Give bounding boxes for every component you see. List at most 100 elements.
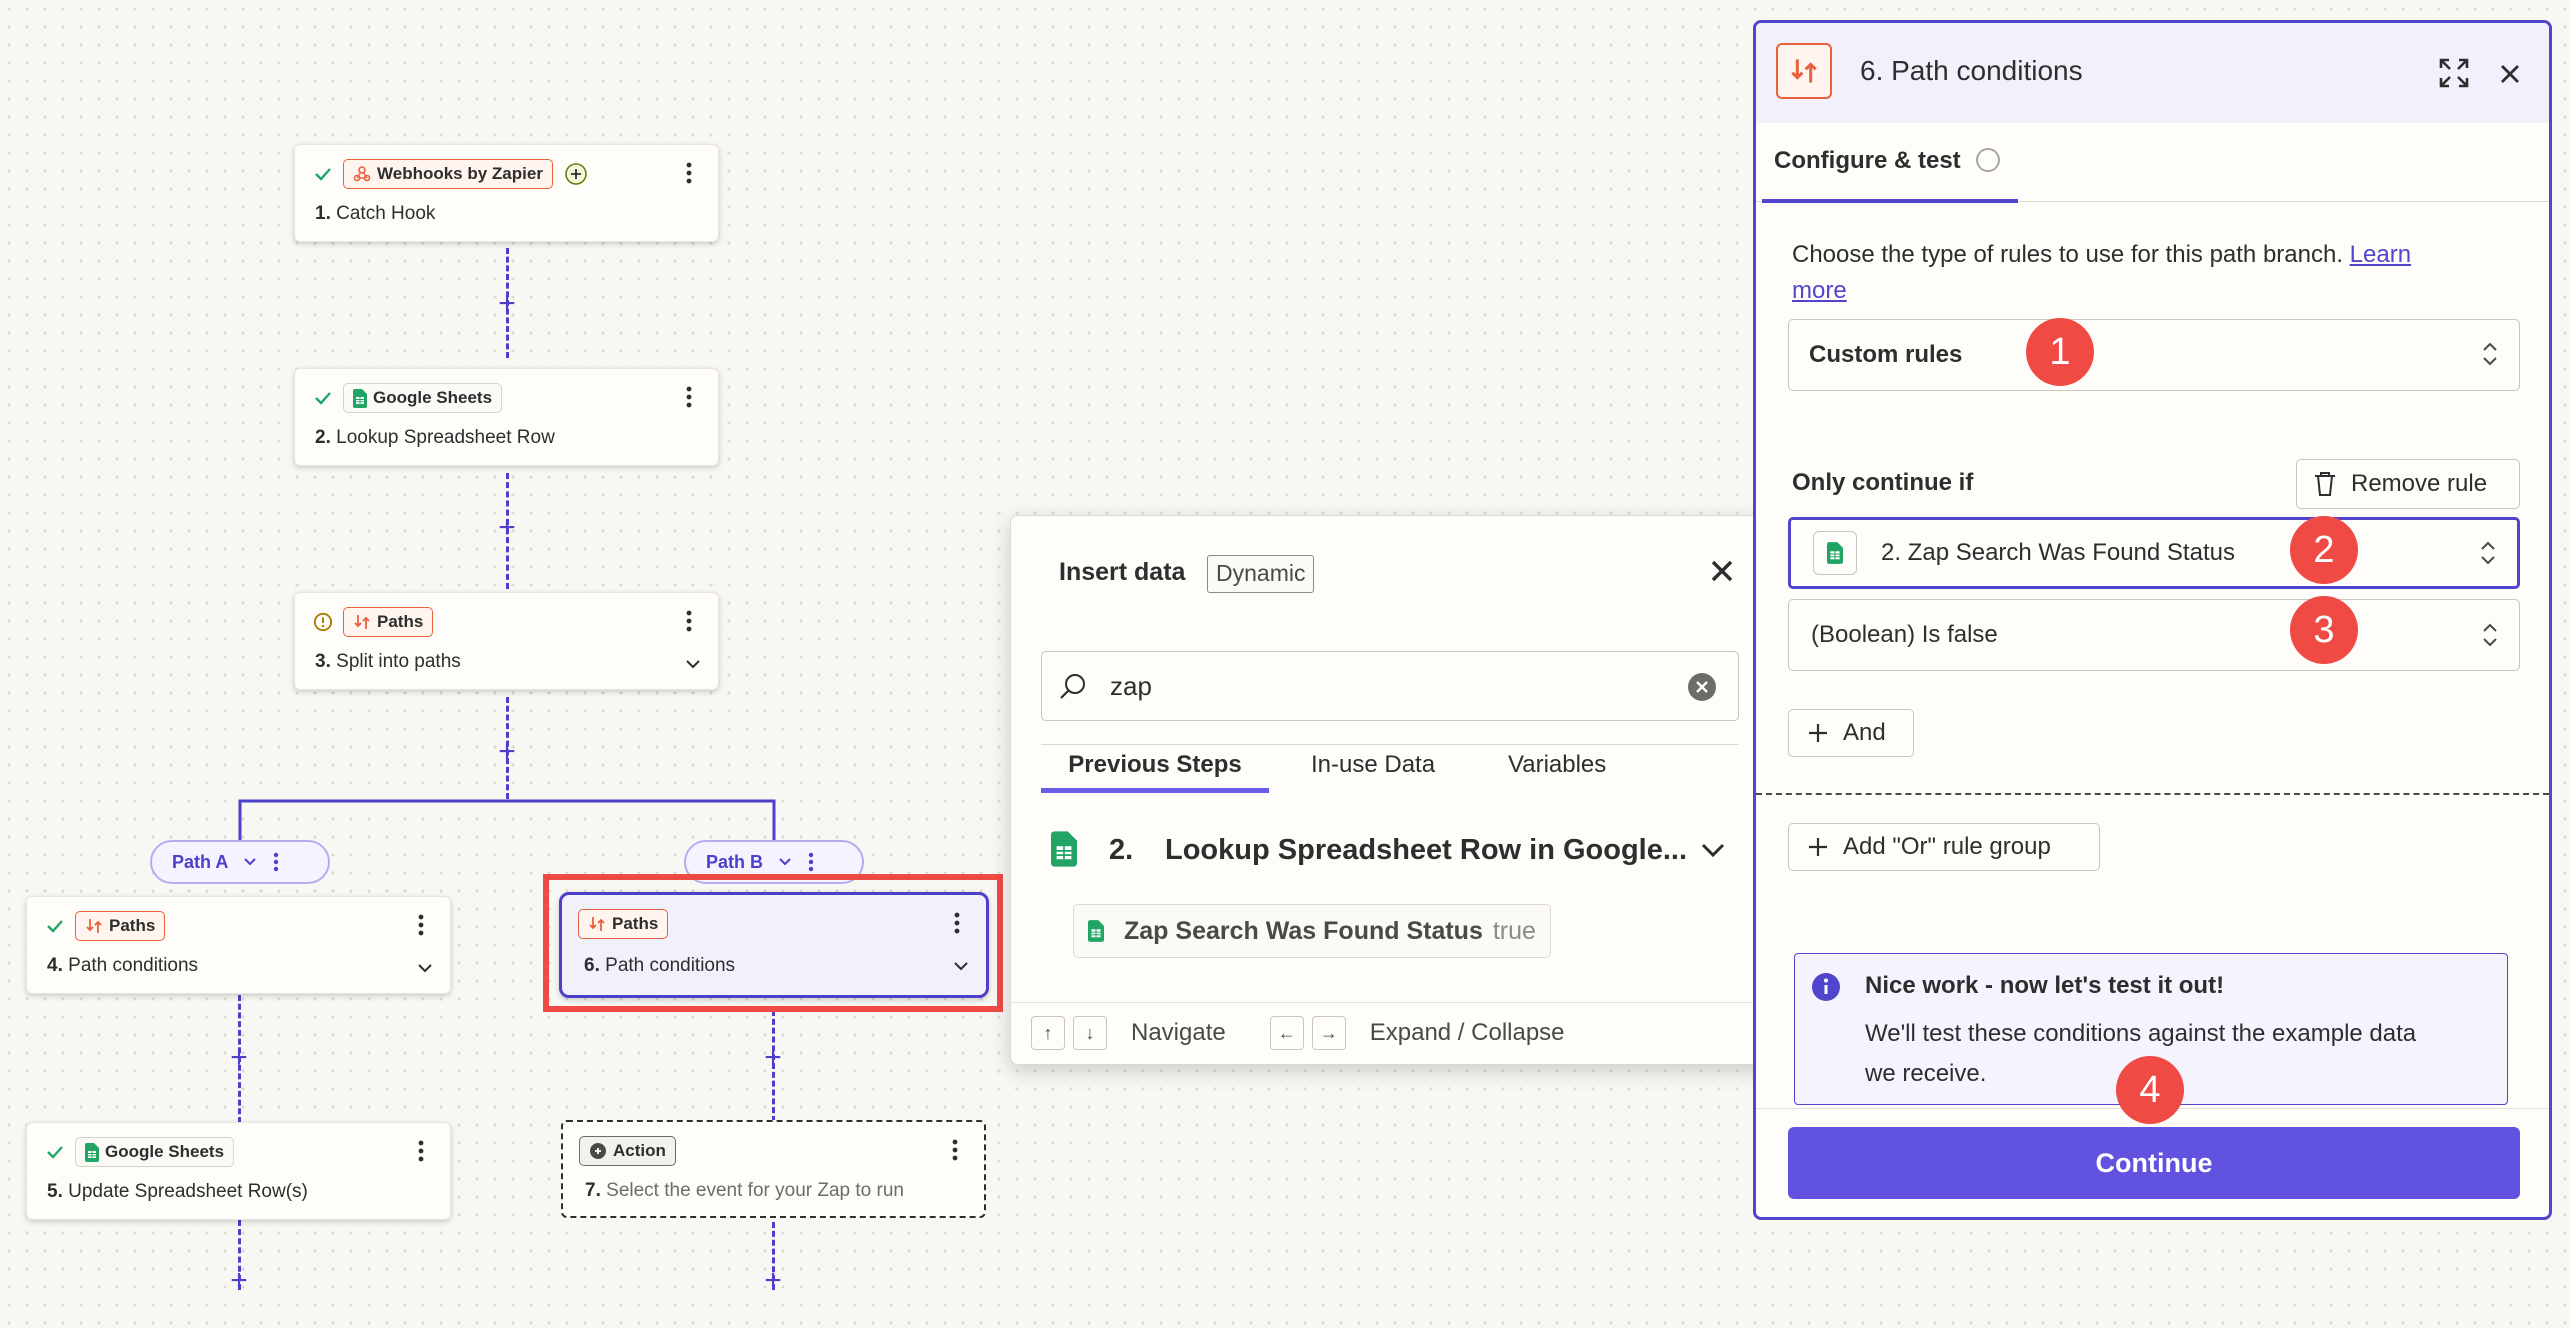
tabs-divider — [1041, 744, 1739, 745]
add-step-icon[interactable]: + — [224, 1043, 254, 1073]
remove-rule-button[interactable]: Remove rule — [2296, 459, 2520, 509]
paths-app-icon — [1776, 43, 1832, 99]
rule-type-select[interactable]: Custom rules — [1788, 319, 2520, 391]
continue-button[interactable]: Continue — [1788, 1127, 2520, 1199]
tab-label: Configure & test — [1774, 147, 1961, 174]
search-input[interactable]: zap — [1110, 671, 1152, 702]
learn-more-link[interactable]: more — [1792, 277, 1847, 304]
app-name: Google Sheets — [105, 1142, 225, 1161]
step-title: 4. Path conditions — [47, 955, 199, 976]
step-node-3[interactable]: Paths 3. Split into paths — [294, 592, 719, 690]
more-options-icon[interactable] — [412, 1137, 430, 1165]
warning-icon — [313, 612, 333, 632]
add-step-icon[interactable]: + — [758, 1266, 788, 1296]
condition-select[interactable]: (Boolean) Is false — [1788, 599, 2520, 671]
add-step-icon[interactable]: + — [758, 1043, 788, 1073]
chevron-down-icon[interactable] — [950, 955, 972, 977]
footer-divider — [1011, 1002, 1769, 1003]
add-step-icon[interactable]: + — [492, 513, 522, 543]
data-item-label: Zap Search Was Found Status — [1124, 916, 1483, 945]
app-icon-box — [1813, 531, 1857, 575]
arrow-right-key: → — [1311, 1016, 1346, 1050]
close-icon[interactable] — [2499, 63, 2521, 85]
chevron-down-icon[interactable] — [682, 653, 704, 675]
data-item[interactable]: Zap Search Was Found Status true — [1073, 904, 1551, 958]
arrow-down-key: ↓ — [1073, 1016, 1107, 1050]
plus-icon — [1809, 724, 1827, 742]
action-icon — [590, 1143, 606, 1159]
tab-variables[interactable]: Variables — [1508, 751, 1606, 779]
app-badge: Paths — [343, 607, 434, 637]
tab-previous-steps[interactable]: Previous Steps — [1041, 751, 1269, 793]
step-node-5[interactable]: Google Sheets 5. Update Spreadsheet Row(… — [26, 1122, 451, 1220]
info-icon — [1812, 973, 1840, 1001]
app-badge: Action — [579, 1136, 676, 1166]
add-or-group-button[interactable]: Add "Or" rule group — [1788, 823, 2100, 871]
more-options-icon[interactable] — [412, 911, 430, 939]
google-sheets-icon — [1827, 542, 1843, 564]
plus-circle-icon[interactable] — [563, 161, 589, 187]
app-badge: Google Sheets — [75, 1137, 235, 1167]
updown-chevron-icon — [2483, 623, 2497, 647]
more-options-icon[interactable] — [272, 851, 280, 873]
step-node-2[interactable]: Google Sheets 2. Lookup Spreadsheet Row — [294, 368, 719, 466]
step-title: 5. Update Spreadsheet Row(s) — [47, 1181, 308, 1202]
data-item-value: true — [1492, 916, 1536, 945]
chevron-down-icon[interactable] — [777, 854, 793, 870]
step-node-1[interactable]: Webhooks by Zapier 1. Catch Hook — [294, 144, 719, 242]
google-sheets-icon — [85, 1142, 99, 1162]
step-node-6[interactable]: Paths 6. Path conditions — [559, 892, 989, 998]
more-options-icon[interactable] — [680, 383, 698, 411]
step-title: 1. Catch Hook — [315, 203, 436, 224]
app-name: Google Sheets — [373, 388, 493, 407]
rule-type-value: Custom rules — [1809, 341, 1963, 368]
close-icon[interactable] — [1709, 558, 1735, 584]
app-name: Paths — [109, 916, 156, 935]
field-value: 2. Zap Search Was Found Status — [1881, 539, 2235, 566]
more-options-icon[interactable] — [680, 607, 698, 635]
popup-title: Insert data — [1059, 558, 1186, 586]
check-icon — [315, 392, 331, 405]
step-title: 3. Split into paths — [315, 651, 461, 672]
add-step-icon[interactable]: + — [492, 737, 522, 767]
path-a-pill[interactable]: Path A — [150, 840, 330, 884]
plus-icon — [1809, 838, 1827, 856]
check-icon — [47, 920, 63, 933]
step-number: 2. — [1109, 834, 1134, 866]
more-options-icon[interactable] — [807, 851, 815, 873]
step-title: 2. Lookup Spreadsheet Row — [315, 427, 555, 448]
step-node-7[interactable]: Action 7. Select the event for your Zap … — [561, 1120, 986, 1218]
chevron-down-icon[interactable] — [414, 957, 436, 979]
app-name: Webhooks by Zapier — [377, 164, 543, 183]
navigate-hint: Navigate — [1131, 1019, 1226, 1046]
chevron-down-icon[interactable] — [1699, 840, 1727, 860]
add-step-icon[interactable]: + — [492, 289, 522, 319]
annotation-marker-3: 3 — [2290, 596, 2358, 664]
learn-more-link[interactable]: Learn — [2350, 241, 2411, 268]
more-options-icon[interactable] — [948, 909, 966, 937]
chevron-down-icon[interactable] — [242, 854, 258, 870]
more-options-icon[interactable] — [680, 159, 698, 187]
tab-configure-test[interactable]: Configure & test — [1762, 147, 2018, 203]
add-step-icon[interactable]: + — [224, 1266, 254, 1296]
more-options-icon[interactable] — [946, 1136, 964, 1164]
search-box[interactable]: zap — [1041, 651, 1739, 721]
step-node-4[interactable]: Paths 4. Path conditions — [26, 896, 451, 994]
callout-title: Nice work - now let's test it out! — [1865, 972, 2225, 999]
google-sheets-icon — [1088, 920, 1104, 942]
dynamic-badge[interactable]: Dynamic — [1207, 555, 1315, 593]
clear-search-icon[interactable] — [1687, 672, 1717, 702]
app-badge: Google Sheets — [343, 383, 503, 413]
field-select[interactable]: 2. Zap Search Was Found Status — [1788, 517, 2520, 589]
insert-data-popup: Insert data Dynamic zap Previous Steps I… — [1010, 515, 1770, 1065]
google-sheets-icon — [1051, 831, 1077, 867]
trash-icon — [2315, 472, 2335, 496]
arrow-up-key: ↑ — [1031, 1016, 1065, 1050]
and-button[interactable]: And — [1788, 709, 1914, 757]
expand-icon[interactable] — [2438, 57, 2470, 89]
paths-icon — [589, 917, 605, 931]
updown-chevron-icon — [2483, 342, 2497, 366]
tab-in-use-data[interactable]: In-use Data — [1311, 751, 1435, 779]
step-group-header[interactable]: 2. Lookup Spreadsheet Row in Google... — [1051, 828, 1751, 874]
branch-connector — [238, 799, 776, 841]
